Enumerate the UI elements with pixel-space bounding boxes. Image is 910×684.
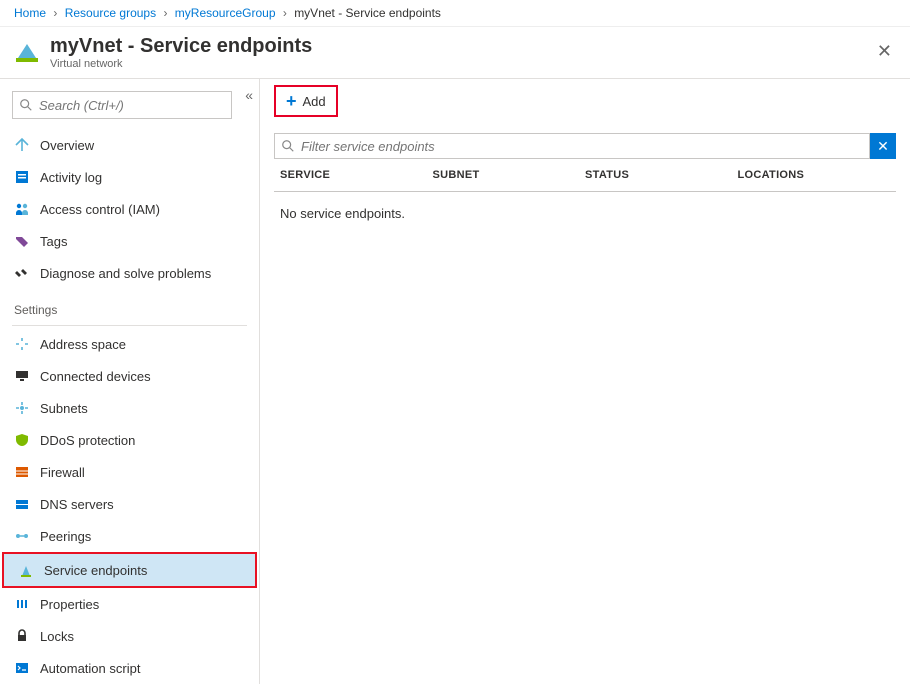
sidebar-section-settings: Settings — [0, 289, 259, 323]
sidebar-item-dns[interactable]: DNS servers — [0, 488, 259, 520]
sidebar-item-connected-devices[interactable]: Connected devices — [0, 360, 259, 392]
add-button-label: Add — [303, 94, 326, 109]
tags-icon — [14, 233, 30, 249]
breadcrumb-my-resource-group[interactable]: myResourceGroup — [175, 6, 276, 20]
table-header-service[interactable]: SERVICE — [280, 169, 433, 181]
sidebar-search[interactable] — [12, 91, 232, 119]
address-space-icon — [14, 336, 30, 352]
page-subtitle: Virtual network — [50, 58, 312, 70]
sidebar-item-properties[interactable]: Properties — [0, 588, 259, 620]
breadcrumb-separator: › — [163, 6, 167, 20]
sidebar-item-label: Connected devices — [40, 369, 151, 384]
table-header-row: SERVICE SUBNET STATUS LOCATIONS — [274, 159, 896, 192]
breadcrumb-separator: › — [53, 6, 57, 20]
page-title: myVnet - Service endpoints — [50, 35, 312, 58]
sidebar-item-label: Firewall — [40, 465, 85, 480]
sidebar-item-label: Properties — [40, 597, 99, 612]
sidebar-item-label: Tags — [40, 234, 67, 249]
breadcrumb-home[interactable]: Home — [14, 6, 46, 20]
service-endpoints-icon — [18, 562, 34, 578]
breadcrumb: Home › Resource groups › myResourceGroup… — [0, 0, 910, 27]
peerings-icon — [14, 528, 30, 544]
diagnose-icon — [14, 265, 30, 281]
sidebar-item-label: Automation script — [40, 661, 140, 676]
sidebar-item-address-space[interactable]: Address space — [0, 328, 259, 360]
sidebar-item-subnets[interactable]: Subnets — [0, 392, 259, 424]
sidebar-item-locks[interactable]: Locks — [0, 620, 259, 652]
sidebar-item-activity-log[interactable]: Activity log — [0, 161, 259, 193]
search-icon — [19, 98, 33, 112]
sidebar-item-firewall[interactable]: Firewall — [0, 456, 259, 488]
sidebar-item-label: Overview — [40, 138, 94, 153]
table-header-status[interactable]: STATUS — [585, 169, 738, 181]
clear-filter-button[interactable]: ✕ — [870, 133, 896, 159]
sidebar-item-label: Address space — [40, 337, 126, 352]
vnet-icon — [14, 40, 40, 66]
empty-message: No service endpoints. — [274, 192, 896, 235]
activity-log-icon — [14, 169, 30, 185]
plus-icon: + — [286, 91, 297, 112]
properties-icon — [14, 596, 30, 612]
subnets-icon — [14, 400, 30, 416]
page-header: myVnet - Service endpoints Virtual netwo… — [0, 27, 910, 79]
sidebar-item-label: Subnets — [40, 401, 88, 416]
breadcrumb-resource-groups[interactable]: Resource groups — [65, 6, 156, 20]
filter-input-wrap[interactable] — [274, 133, 870, 159]
add-button[interactable]: + Add — [274, 85, 338, 117]
sidebar-search-input[interactable] — [39, 98, 225, 113]
sidebar-item-label: Peerings — [40, 529, 91, 544]
sidebar-item-label: Diagnose and solve problems — [40, 266, 211, 281]
filter-input[interactable] — [301, 139, 863, 154]
sidebar-item-label: Locks — [40, 629, 74, 644]
locks-icon — [14, 628, 30, 644]
sidebar: « Overview Activity log Access control (… — [0, 79, 260, 684]
sidebar-item-automation-script[interactable]: Automation script — [0, 652, 259, 684]
connected-devices-icon — [14, 368, 30, 384]
sidebar-item-access-control[interactable]: Access control (IAM) — [0, 193, 259, 225]
sidebar-item-overview[interactable]: Overview — [0, 129, 259, 161]
ddos-icon — [14, 432, 30, 448]
main-panel: + Add ✕ SERVICE SUBNET STATUS LOCATIONS … — [260, 79, 910, 684]
sidebar-item-ddos[interactable]: DDoS protection — [0, 424, 259, 456]
sidebar-item-service-endpoints[interactable]: Service endpoints — [4, 554, 255, 586]
search-icon — [281, 139, 295, 153]
table-header-locations[interactable]: LOCATIONS — [738, 169, 891, 181]
close-icon: ✕ — [877, 138, 889, 155]
overview-icon — [14, 137, 30, 153]
breadcrumb-separator: › — [283, 6, 287, 20]
table-header-subnet[interactable]: SUBNET — [433, 169, 586, 181]
sidebar-item-label: Access control (IAM) — [40, 202, 160, 217]
breadcrumb-current: myVnet - Service endpoints — [294, 6, 441, 20]
sidebar-item-diagnose[interactable]: Diagnose and solve problems — [0, 257, 259, 289]
automation-script-icon — [14, 660, 30, 676]
collapse-sidebar-icon[interactable]: « — [245, 87, 253, 103]
dns-icon — [14, 496, 30, 512]
sidebar-item-label: Activity log — [40, 170, 102, 185]
sidebar-item-label: DNS servers — [40, 497, 114, 512]
highlight-service-endpoints: Service endpoints — [2, 552, 257, 588]
firewall-icon — [14, 464, 30, 480]
close-icon[interactable]: ✕ — [877, 41, 892, 62]
access-control-icon — [14, 201, 30, 217]
sidebar-item-label: Service endpoints — [44, 563, 147, 578]
sidebar-item-peerings[interactable]: Peerings — [0, 520, 259, 552]
sidebar-item-tags[interactable]: Tags — [0, 225, 259, 257]
sidebar-separator — [12, 325, 247, 326]
sidebar-item-label: DDoS protection — [40, 433, 135, 448]
